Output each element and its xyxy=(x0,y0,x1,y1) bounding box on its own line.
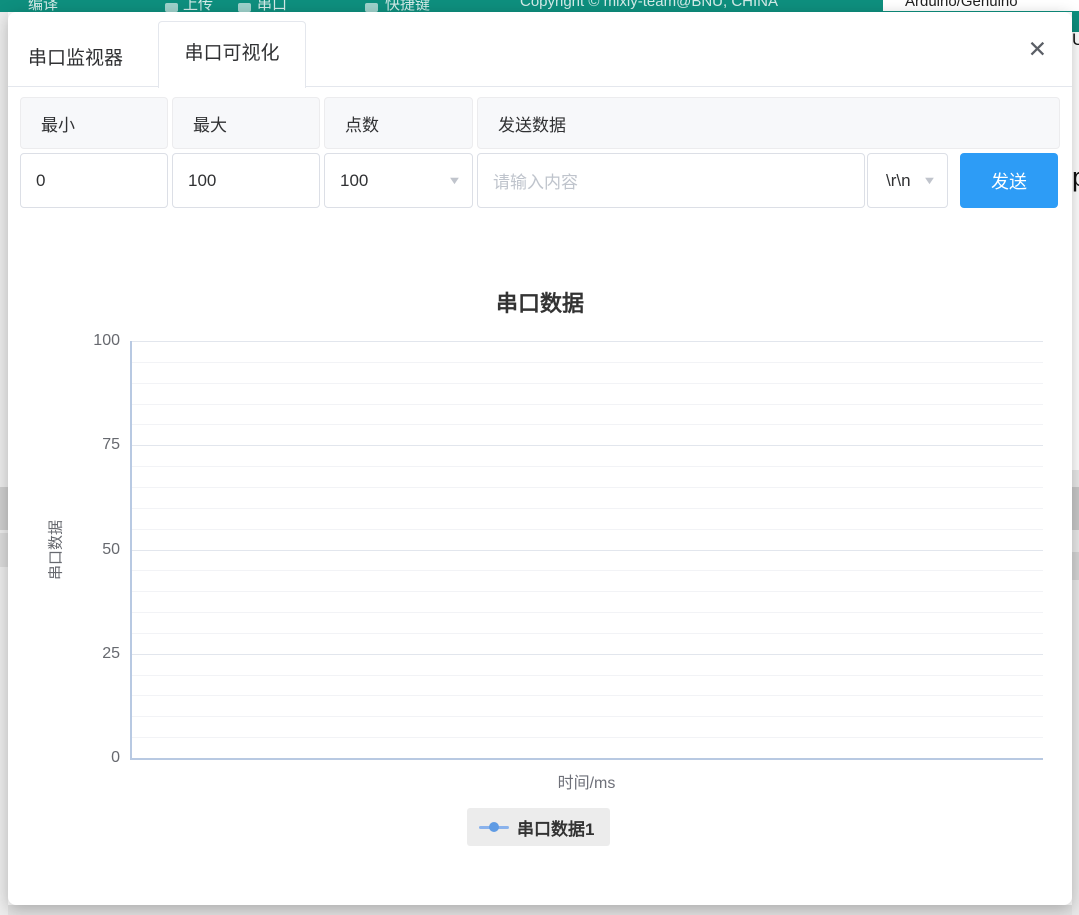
line-ending-select[interactable]: \r\n ▼ xyxy=(867,153,948,208)
max-header: 最大 xyxy=(172,97,320,149)
board-selector-label: Arduino/Genuino xyxy=(905,0,1018,10)
tab-serial-monitor[interactable]: 串口监视器 xyxy=(28,43,123,70)
line-series-marker-icon xyxy=(479,821,509,833)
menu-item-0[interactable]: 编译 xyxy=(28,0,58,12)
points-select-value: 100 xyxy=(340,171,368,191)
send-content-input[interactable]: 请输入内容 xyxy=(477,153,865,208)
form-input-row: 0 100 100 ▼ 请输入内容 \r\n ▼ 发送 xyxy=(20,153,1060,208)
gridline xyxy=(132,487,1043,488)
line-ending-value: \r\n xyxy=(886,171,911,191)
form-header-row: 最小 最大 点数 发送数据 xyxy=(20,97,1060,149)
legend-item-series1[interactable]: 串口数据1 xyxy=(467,808,610,846)
send-button[interactable]: 发送 xyxy=(960,153,1058,208)
y-axis-label: 串口数据 xyxy=(45,520,66,580)
gridline xyxy=(132,550,1043,551)
min-input[interactable]: 0 xyxy=(20,153,168,208)
y-tick-label: 50 xyxy=(102,541,120,559)
gridline xyxy=(132,404,1043,405)
scrollbar-thumb[interactable] xyxy=(1072,487,1079,530)
chart-title: 串口数据 xyxy=(8,286,1072,318)
chevron-down-icon: ▼ xyxy=(447,175,462,187)
y-tick-label: 0 xyxy=(111,749,120,767)
points-select[interactable]: 100 ▼ xyxy=(324,153,473,208)
chart-plot-area xyxy=(130,341,1043,760)
scrollbar-thumb[interactable] xyxy=(0,487,8,530)
tab-bar: 串口监视器 串口可视化 ✕ xyxy=(8,12,1072,87)
scrollbar-thumb[interactable] xyxy=(1072,552,1079,580)
close-icon[interactable]: ✕ xyxy=(1028,38,1047,61)
y-tick-label: 75 xyxy=(102,436,120,454)
gridline xyxy=(132,570,1043,571)
gridline xyxy=(132,529,1043,530)
legend-label: 串口数据1 xyxy=(517,815,594,840)
gridline xyxy=(132,654,1043,655)
x-axis-label: 时间/ms xyxy=(130,769,1043,793)
menu-item-3[interactable]: 快捷键 xyxy=(385,0,430,12)
chevron-down-icon: ▼ xyxy=(922,175,937,187)
serial-dialog: 串口监视器 串口可视化 ✕ 最小 最大 点数 发送数据 0 100 100 ▼ … xyxy=(8,12,1072,905)
page-right-edge: U p xyxy=(1072,0,1079,915)
scrollbar-thumb[interactable] xyxy=(0,533,8,567)
gridline xyxy=(132,341,1043,342)
tab-serial-visualization[interactable]: 串口可视化 xyxy=(158,21,306,88)
menu-item-icon xyxy=(365,3,378,12)
page-background xyxy=(1072,470,1079,915)
min-input-value: 0 xyxy=(36,171,45,191)
menu-item-2[interactable]: 串口 xyxy=(257,0,287,12)
gridline xyxy=(132,591,1043,592)
menu-item-1[interactable]: 上传 xyxy=(183,0,213,12)
gridline xyxy=(132,466,1043,467)
points-header: 点数 xyxy=(324,97,473,149)
board-dropdown-text: U xyxy=(1072,30,1079,50)
toolbar-edge xyxy=(1072,11,1079,32)
menu-item-icon xyxy=(165,3,178,12)
min-header: 最小 xyxy=(20,97,168,149)
gridline xyxy=(132,695,1043,696)
gridline xyxy=(132,716,1043,717)
gridline xyxy=(132,362,1043,363)
gridline xyxy=(132,612,1043,613)
page-left-edge xyxy=(0,12,8,915)
max-input[interactable]: 100 xyxy=(172,153,320,208)
gridline xyxy=(132,445,1043,446)
y-tick-label: 100 xyxy=(93,332,120,350)
menu-item-icon xyxy=(238,3,251,12)
gridline xyxy=(132,737,1043,738)
gridline xyxy=(132,424,1043,425)
copyright-text: Copyright © mixly-team@BNU, CHINA xyxy=(520,0,778,10)
send-data-header: 发送数据 xyxy=(477,97,1060,149)
page-text-fragment: p xyxy=(1072,162,1079,193)
max-input-value: 100 xyxy=(188,171,216,191)
page-bottom-edge xyxy=(8,905,1072,915)
send-content-placeholder: 请输入内容 xyxy=(493,168,578,193)
board-selector[interactable]: Arduino/Genuino xyxy=(883,0,1079,11)
y-tick-label: 25 xyxy=(102,645,120,663)
gridline xyxy=(132,383,1043,384)
gridline xyxy=(132,508,1043,509)
gridline xyxy=(132,675,1043,676)
gridline xyxy=(132,633,1043,634)
